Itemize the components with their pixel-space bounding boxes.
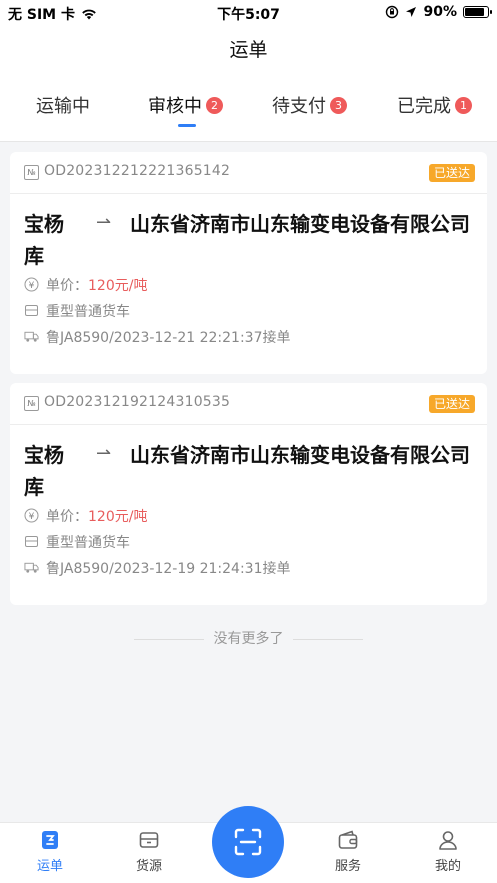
bottom-tab-service[interactable]: 服务 bbox=[318, 829, 378, 874]
battery-percent: 90% bbox=[423, 4, 457, 20]
bottom-tab-label: 服务 bbox=[334, 859, 361, 874]
rotation-lock-icon bbox=[386, 5, 399, 19]
vehicle-row: 重型普通货车 bbox=[10, 529, 487, 555]
bottom-tab-label: 货源 bbox=[135, 859, 162, 874]
vehicle-row: 重型普通货车 bbox=[10, 298, 487, 324]
waybill-icon bbox=[42, 831, 58, 849]
divider bbox=[293, 639, 363, 640]
order-card[interactable]: № OD202312192124310535 已送达 宝杨库 ⇀ 山东省济南市山… bbox=[10, 383, 487, 605]
no-more-text: 没有更多了 bbox=[213, 631, 284, 647]
wallet-icon bbox=[338, 830, 358, 849]
status-bar: 无 SIM 卡 下午5:07 90% bbox=[0, 0, 497, 26]
active-tab-indicator bbox=[178, 124, 196, 127]
status-badge: 已送达 bbox=[428, 395, 475, 413]
location-arrow-icon bbox=[406, 7, 417, 17]
order-route: 宝杨库 ⇀ 山东省济南市山东输变电设备有限公司 bbox=[10, 425, 487, 503]
page-title: 运单 bbox=[229, 39, 268, 61]
price-label: 单价： bbox=[46, 509, 88, 525]
battery-icon bbox=[463, 6, 492, 18]
status-badge: 已送达 bbox=[428, 164, 475, 182]
price-value: 120元/吨 bbox=[88, 278, 148, 294]
bottom-tab-label: 运单 bbox=[36, 859, 63, 874]
tab-under-review[interactable]: 审核中 2 bbox=[148, 92, 223, 118]
svg-text:¥: ¥ bbox=[29, 281, 35, 291]
tab-label: 已完成 bbox=[397, 96, 451, 117]
number-sign-icon: № bbox=[24, 396, 39, 411]
vehicle-type-icon bbox=[24, 303, 39, 318]
yuan-icon: ¥ bbox=[24, 508, 39, 523]
end-of-list: 没有更多了 bbox=[0, 628, 497, 648]
price-row: ¥ 单价：120元/吨 bbox=[10, 503, 487, 529]
yuan-icon: ¥ bbox=[24, 277, 39, 292]
order-header: № OD202312192124310535 已送达 bbox=[10, 383, 487, 425]
route-arrow-icon: ⇀ bbox=[96, 443, 112, 464]
vehicle-type: 重型普通货车 bbox=[46, 535, 130, 551]
tab-label: 待支付 bbox=[272, 96, 326, 117]
number-sign-icon: № bbox=[24, 165, 39, 180]
order-number: OD202312212221365142 bbox=[44, 163, 231, 179]
truck-icon bbox=[24, 560, 39, 575]
scan-icon bbox=[234, 828, 262, 856]
plate-row: 鲁JA8590/2023-12-21 22:21:37接单 bbox=[10, 324, 487, 350]
scan-button[interactable] bbox=[212, 806, 284, 878]
cargo-icon bbox=[139, 832, 159, 848]
bottom-tab-waybill[interactable]: 运单 bbox=[20, 829, 80, 874]
tab-label: 运输中 bbox=[36, 96, 90, 117]
tab-completed[interactable]: 已完成 1 bbox=[397, 92, 472, 118]
truck-icon bbox=[24, 329, 39, 344]
tab-badge: 2 bbox=[206, 96, 223, 114]
nav-bar: 运单 bbox=[0, 26, 497, 74]
destination-name: 山东省济南市山东输变电设备有限公司 bbox=[130, 212, 470, 236]
bottom-tab-label: 我的 bbox=[434, 859, 461, 874]
route-arrow-icon: ⇀ bbox=[96, 212, 112, 233]
divider bbox=[134, 639, 204, 640]
svg-text:¥: ¥ bbox=[29, 512, 35, 522]
plate-and-time: 鲁JA8590/2023-12-19 21:24:31接单 bbox=[46, 561, 291, 577]
price-value: 120元/吨 bbox=[88, 509, 148, 525]
order-header: № OD202312212221365142 已送达 bbox=[10, 152, 487, 194]
vehicle-type-icon bbox=[24, 534, 39, 549]
plate-and-time: 鲁JA8590/2023-12-21 22:21:37接单 bbox=[46, 330, 291, 346]
order-number: OD202312192124310535 bbox=[44, 394, 231, 410]
order-route: 宝杨库 ⇀ 山东省济南市山东输变电设备有限公司 bbox=[10, 194, 487, 272]
tab-badge: 3 bbox=[330, 96, 347, 114]
tab-badge: 1 bbox=[455, 96, 472, 114]
origin-name: 宝杨库 bbox=[24, 443, 64, 499]
bottom-tab-cargo[interactable]: 货源 bbox=[119, 829, 179, 874]
tab-label: 审核中 bbox=[148, 96, 202, 117]
origin-name: 宝杨库 bbox=[24, 212, 64, 268]
tab-in-transit[interactable]: 运输中 bbox=[36, 92, 90, 118]
order-card[interactable]: № OD202312212221365142 已送达 宝杨库 ⇀ 山东省济南市山… bbox=[10, 152, 487, 374]
plate-row: 鲁JA8590/2023-12-19 21:24:31接单 bbox=[10, 555, 487, 581]
profile-icon bbox=[439, 831, 457, 850]
price-row: ¥ 单价：120元/吨 bbox=[10, 272, 487, 298]
vehicle-type: 重型普通货车 bbox=[46, 304, 130, 320]
price-label: 单价： bbox=[46, 278, 88, 294]
tab-bar: 运输中 审核中 2 待支付 3 已完成 1 bbox=[0, 74, 497, 142]
bottom-tab-profile[interactable]: 我的 bbox=[418, 829, 478, 874]
destination-name: 山东省济南市山东输变电设备有限公司 bbox=[130, 443, 470, 467]
tab-pending-payment[interactable]: 待支付 3 bbox=[272, 92, 347, 118]
